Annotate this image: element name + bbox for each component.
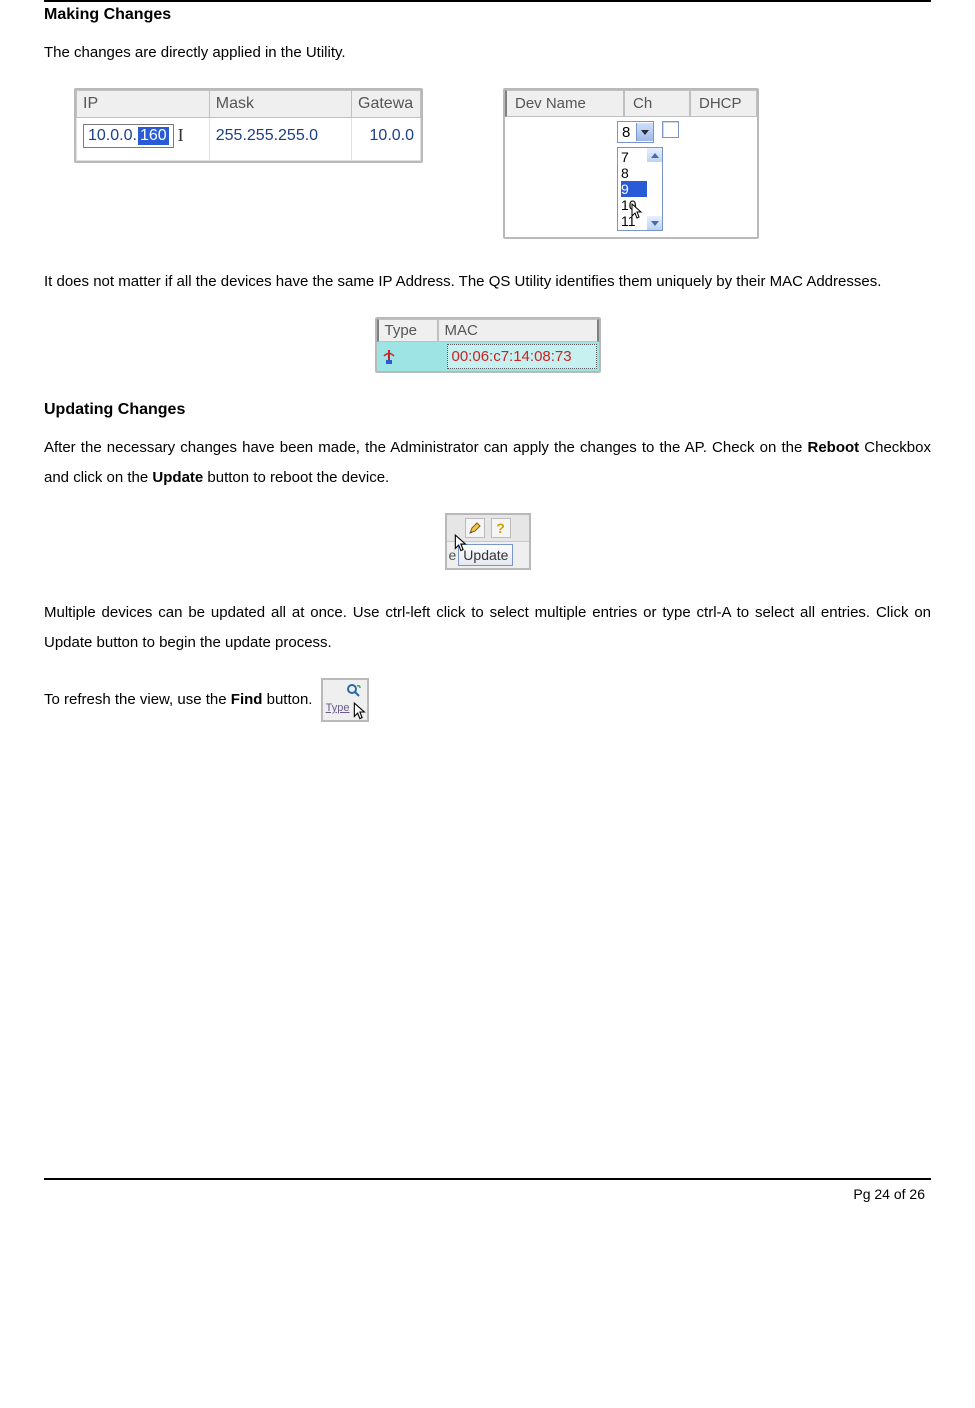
paragraph-intro: The changes are directly applied in the …	[44, 38, 931, 68]
ip-prefix: 10.0.0.	[88, 127, 137, 145]
col-dev-name: Dev Name	[505, 90, 624, 117]
ip-mask-table-screenshot: IP Mask Gatewa 10.0.0.160 255.255.255.0 …	[74, 88, 423, 163]
col-mask: Mask	[209, 91, 351, 118]
help-icon[interactable]: ?	[491, 518, 511, 538]
heading-updating-changes: Updating Changes	[44, 401, 931, 419]
mask-cell: 255.255.255.0	[209, 118, 351, 161]
paragraph-mac-note: It does not matter if all the devices ha…	[44, 267, 931, 297]
scrollbar[interactable]	[647, 148, 662, 230]
list-item[interactable]: 7	[621, 149, 647, 165]
channel-dropdown-value: 8	[618, 124, 636, 141]
find-label: Type	[326, 697, 350, 719]
paragraph-update: After the necessary changes have been ma…	[44, 433, 931, 493]
find-button-screenshot: Type	[321, 678, 369, 722]
mac-value: 00:06:c7:14:08:73	[447, 344, 597, 369]
mouse-cursor-icon	[353, 702, 369, 722]
type-icon	[377, 342, 445, 371]
dhcp-checkbox[interactable]	[662, 121, 679, 138]
scroll-up-icon[interactable]	[647, 148, 662, 162]
heading-making-changes: Making Changes	[44, 6, 931, 24]
dropdown-arrow-icon[interactable]	[636, 123, 653, 141]
channel-listbox[interactable]: 7 8 9 10 11	[617, 147, 663, 231]
update-button-screenshot: ? e Update	[445, 513, 531, 570]
col-mac: MAC	[438, 319, 599, 342]
mouse-cursor-icon	[454, 534, 470, 554]
col-ip: IP	[77, 91, 210, 118]
col-dhcp: DHCP	[690, 90, 757, 117]
gateway-cell: 10.0.0	[352, 118, 421, 161]
col-ch: Ch	[624, 90, 690, 117]
channel-dropdown[interactable]: 8	[617, 121, 654, 143]
list-item[interactable]: 8	[621, 165, 647, 181]
ip-selected-octet: 160	[138, 127, 169, 145]
scroll-down-icon[interactable]	[647, 216, 662, 230]
list-item-selected[interactable]: 9	[621, 181, 629, 197]
type-mac-screenshot: Type MAC 00:06:c7:14:08:73	[375, 317, 601, 373]
col-gateway: Gatewa	[352, 91, 421, 118]
paragraph-multi-update: Multiple devices can be updated all at o…	[44, 598, 931, 658]
col-type: Type	[377, 319, 438, 342]
devname-ch-dhcp-screenshot: Dev Name Ch DHCP 8 7 8 9 10	[503, 88, 759, 239]
paragraph-refresh: To refresh the view, use the Find button…	[44, 678, 931, 722]
ip-cell[interactable]: 10.0.0.160	[77, 118, 210, 161]
page-number: Pg 24 of 26	[44, 1186, 931, 1202]
